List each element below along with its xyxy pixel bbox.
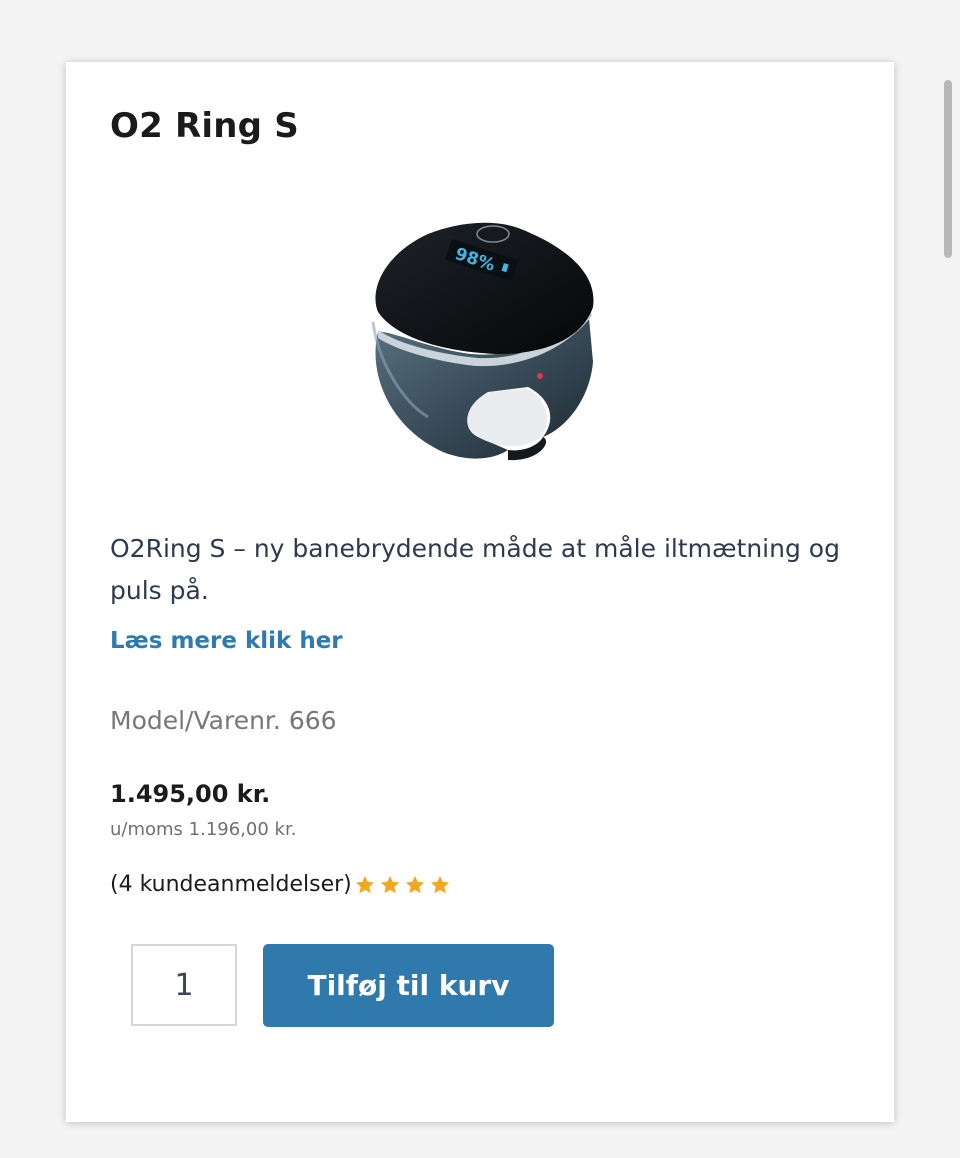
price-ex-vat: u/moms 1.196,00 kr. [110,819,297,840]
scrollbar-thumb[interactable] [944,80,952,258]
page: O2 Ring S 98% O2Ring S – ny banebrydende… [0,0,960,1158]
reviews[interactable]: (4 kundeanmeldelser) [110,872,454,897]
model-label: Model/Varenr. [110,706,281,735]
star-icon [380,875,399,893]
model-value: 666 [288,706,337,735]
rating-stars [354,874,454,896]
product-image: 98% [371,222,594,461]
read-more-link[interactable]: Læs mere klik her [110,628,343,654]
model-number: Model/Varenr. 666 [110,706,337,735]
add-to-cart-button[interactable]: Tilføj til kurv [263,944,554,1027]
star-icon [355,875,374,893]
product-title: O2 Ring S [110,106,299,146]
quantity-input[interactable] [131,944,237,1026]
star-icon [405,875,424,893]
product-card: O2 Ring S 98% O2Ring S – ny banebrydende… [66,62,894,1122]
reviews-count[interactable]: (4 kundeanmeldelser) [110,872,352,897]
price: 1.495,00 kr. [110,780,271,808]
star-icon [430,875,449,893]
product-description: O2Ring S – ny banebrydende måde at måle … [110,534,840,605]
